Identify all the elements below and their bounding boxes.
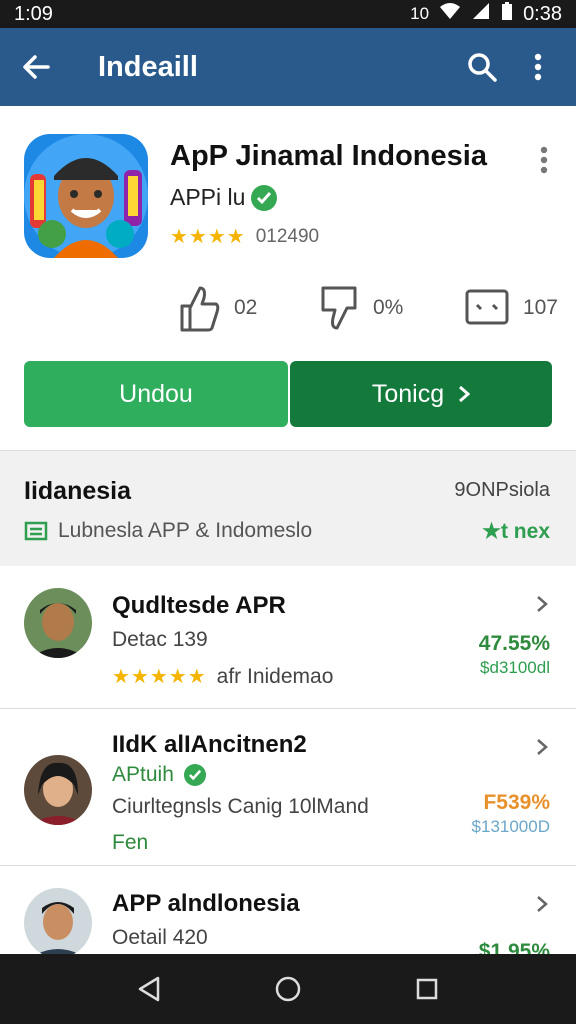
wifi-icon	[439, 2, 461, 26]
dislike-stat[interactable]: 0%	[319, 284, 403, 332]
circle-home-icon	[275, 976, 301, 1002]
list-item-title: APP alndlonesia	[112, 890, 300, 917]
status-icons: 10 0:38	[410, 1, 562, 27]
search-icon	[468, 53, 497, 82]
list-item-badge: APtuih	[112, 763, 174, 786]
chevron-right-icon	[532, 890, 552, 918]
back-button[interactable]	[16, 47, 56, 87]
section-header: Iidanesia 9ONPsiola Lubnesla APP & Indom…	[0, 450, 576, 566]
cell-signal-icon	[471, 2, 491, 26]
status-time: 1:09	[14, 2, 53, 25]
like-stat[interactable]: 02	[178, 284, 257, 332]
avatar	[24, 755, 92, 825]
like-count: 02	[234, 296, 258, 319]
list-item-detail: Detac 139	[112, 628, 208, 651]
arrow-left-icon	[23, 55, 50, 79]
avatar	[24, 588, 92, 658]
list-item-title: Qudltesde APR	[112, 592, 286, 619]
page-title: Indeaill	[98, 50, 198, 83]
stats-row: 02 0% 107	[178, 278, 558, 338]
list-item[interactable]: Qudltesde APR Detac 139 ★★★★★ afr Inidem…	[0, 566, 576, 709]
list-item-price: $d3100dl	[480, 658, 550, 677]
chevron-right-icon	[459, 385, 471, 403]
triangle-back-icon	[139, 976, 160, 1002]
rating-stars: ★★★★	[170, 226, 246, 248]
list-item[interactable]: APP alndlonesia Oetail 420 $1.95%	[0, 866, 576, 954]
status-bar: 1:09 10 0:38	[0, 0, 576, 28]
list-item-stars: ★★★★★	[112, 666, 207, 688]
secondary-button-label: Tonicg	[371, 379, 445, 408]
list-item-percent: 47.55%	[478, 632, 550, 655]
app-overflow-button[interactable]	[530, 142, 558, 178]
list-item-price: $131000D	[471, 817, 550, 836]
nav-home-button[interactable]	[264, 965, 312, 1013]
vibrate-indicator: 10	[410, 4, 430, 23]
primary-button-label: Undou	[119, 379, 193, 408]
app-name: ApP Jinamal Indonesia	[170, 140, 487, 172]
nav-back-button[interactable]	[125, 965, 173, 1013]
list-item-badge-row: APtuih	[112, 763, 206, 787]
more-vert-icon	[534, 53, 542, 81]
app-header: ApP Jinamal Indonesia APPi lu ★★★★ 01249…	[0, 106, 576, 450]
list-item[interactable]: IIdK alIAncitnen2 APtuih Ciurltegnsls Ca…	[0, 709, 576, 866]
secondary-button[interactable]: Tonicg	[290, 361, 552, 427]
search-button[interactable]	[460, 45, 504, 89]
primary-button[interactable]: Undou	[24, 361, 288, 427]
app-rating: ★★★★ 012490	[170, 224, 319, 249]
list-item-detail: Ciurltegnsls Canig 10lMand	[112, 795, 369, 818]
section-meta: 9ONPsiola	[454, 479, 550, 501]
list-item-percent: $1.95%	[478, 940, 550, 954]
square-recents-icon	[416, 978, 437, 1000]
list-item-percent: F539%	[483, 791, 550, 814]
developer-row: APPi lu	[170, 184, 278, 211]
list-item-title: IIdK alIAncitnen2	[112, 731, 307, 758]
list-item-rating-row: ★★★★★ afr Inidemao	[112, 664, 333, 689]
verified-icon	[183, 764, 206, 786]
avatar	[24, 888, 92, 954]
system-nav-bar	[0, 954, 576, 1024]
review-icon	[465, 289, 509, 325]
section-next-link[interactable]: ★t nex	[482, 519, 550, 544]
list-icon	[24, 521, 48, 541]
thumb-up-icon	[180, 286, 220, 332]
section-subtitle: Lubnesla APP & Indomeslo	[58, 519, 313, 542]
more-vert-icon	[540, 146, 548, 174]
list-item-meta: Fen	[112, 831, 149, 854]
review-count: 107	[522, 296, 558, 319]
list-item-detail: Oetail 420	[112, 926, 208, 949]
section-title: Iidanesia	[24, 477, 131, 505]
chevron-right-icon	[532, 590, 552, 618]
more-options-button[interactable]	[516, 45, 560, 89]
reviews-stat[interactable]: 107	[465, 289, 558, 327]
list-item-meta: afr Inidemao	[216, 664, 334, 688]
nav-recents-button[interactable]	[403, 965, 451, 1013]
dislike-count: 0%	[372, 296, 404, 319]
action-buttons: Undou Tonicg	[24, 361, 552, 427]
rating-count: 012490	[255, 225, 320, 247]
verified-icon	[251, 184, 278, 211]
app-list: Qudltesde APR Detac 139 ★★★★★ afr Inidem…	[0, 566, 576, 954]
app-bar: Indeaill	[0, 28, 576, 106]
app-icon[interactable]	[24, 134, 148, 258]
section-subtitle-row: Lubnesla APP & Indomeslo	[24, 519, 312, 543]
thumb-down-icon	[321, 286, 357, 330]
chevron-right-icon	[532, 733, 552, 761]
status-clock: 0:38	[523, 2, 562, 25]
battery-icon	[501, 1, 513, 27]
developer-name: APPi lu	[170, 184, 246, 210]
